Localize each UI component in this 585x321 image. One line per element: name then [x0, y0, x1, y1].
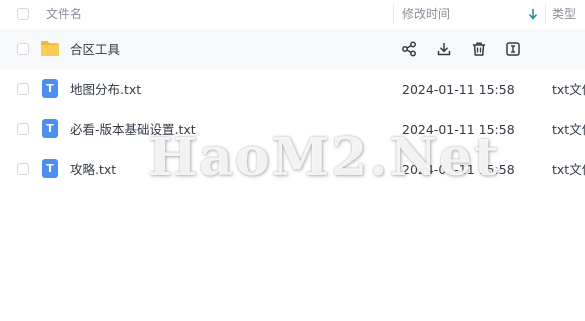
row-checkbox[interactable]	[17, 163, 29, 175]
delete-icon[interactable]	[471, 41, 487, 57]
file-list-header: 文件名 修改时间 类型	[0, 0, 585, 28]
share-icon[interactable]	[401, 41, 417, 57]
column-header-type[interactable]: 类型	[552, 7, 576, 21]
file-name[interactable]: 地图分布.txt	[70, 82, 141, 97]
file-list-page: 文件名 修改时间 类型 合区工具 T 地图分布.txt 2024-01-11 1…	[0, 0, 585, 321]
table-row[interactable]: T 攻略.txt 2024-01-11 15:58 txt文件	[0, 149, 585, 189]
file-name[interactable]: 合区工具	[70, 42, 120, 57]
select-all-checkbox[interactable]	[17, 8, 29, 20]
file-name[interactable]: 必看-版本基础设置.txt	[70, 122, 196, 137]
table-row[interactable]: 合区工具	[0, 29, 585, 69]
table-row[interactable]: T 地图分布.txt 2024-01-11 15:58 txt文件	[0, 69, 585, 109]
column-header-name[interactable]: 文件名	[46, 7, 82, 21]
modified-date: 2024-01-11 15:58	[402, 162, 515, 177]
row-checkbox[interactable]	[17, 83, 29, 95]
column-divider[interactable]	[393, 4, 394, 24]
text-file-icon: T	[42, 79, 58, 98]
sort-descending-icon[interactable]	[526, 6, 540, 22]
column-header-modified[interactable]: 修改时间	[402, 7, 450, 21]
file-type: txt文件	[552, 162, 585, 177]
download-icon[interactable]	[436, 41, 452, 57]
row-checkbox[interactable]	[17, 123, 29, 135]
file-icon-letter: T	[46, 162, 54, 175]
modified-date: 2024-01-11 15:58	[402, 82, 515, 97]
table-row[interactable]: T 必看-版本基础设置.txt 2024-01-11 15:58 txt文件	[0, 109, 585, 149]
file-name[interactable]: 攻略.txt	[70, 162, 116, 177]
file-type: txt文件	[552, 82, 585, 97]
text-file-icon: T	[42, 119, 58, 138]
column-divider[interactable]	[545, 4, 546, 24]
row-checkbox[interactable]	[17, 43, 29, 55]
folder-icon	[41, 41, 59, 56]
file-icon-letter: T	[46, 82, 54, 95]
rename-icon[interactable]	[505, 41, 521, 57]
file-type: txt文件	[552, 122, 585, 137]
file-icon-letter: T	[46, 122, 54, 135]
text-file-icon: T	[42, 159, 58, 178]
modified-date: 2024-01-11 15:58	[402, 122, 515, 137]
